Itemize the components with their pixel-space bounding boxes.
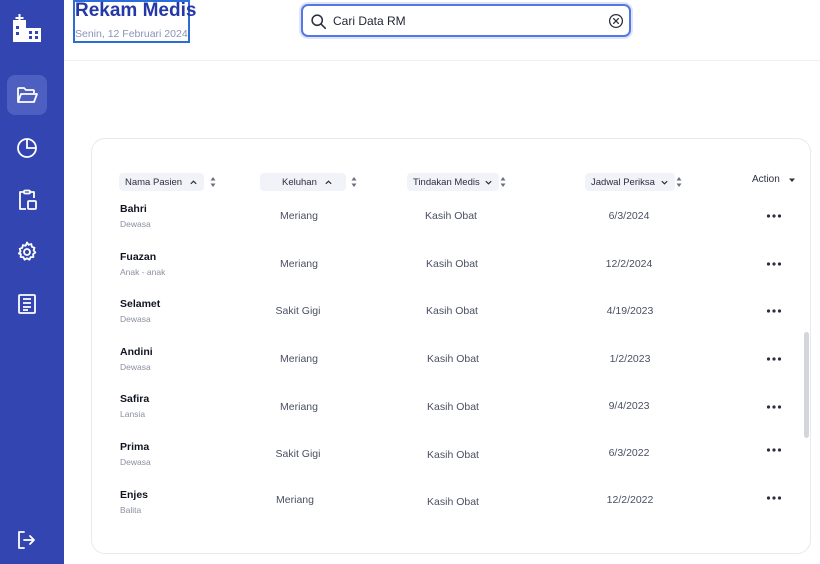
more-actions-icon[interactable]: [766, 356, 782, 362]
hospital-logo-icon: [13, 14, 41, 42]
pie-chart-icon: [17, 138, 37, 158]
schedule-cell: 9/4/2023: [608, 400, 650, 412]
column-header-label: Tindakan Medis: [413, 176, 480, 188]
gear-icon: [18, 241, 37, 261]
header-divider: [64, 60, 820, 61]
column-header-action[interactable]: Action: [752, 174, 796, 185]
treatment-cell: Kasih Obat: [426, 305, 478, 317]
schedule-cell: 1/2/2023: [609, 353, 651, 365]
column-header-label: Keluhan: [282, 176, 317, 188]
patient-name: Fuazan: [120, 251, 157, 263]
more-actions-icon[interactable]: [766, 213, 782, 219]
treatment-cell: Kasih Obat: [427, 401, 479, 413]
records-table-card: [91, 138, 811, 554]
patient-category: Lansia: [120, 409, 146, 419]
complaint-cell: Meriang: [280, 258, 318, 270]
patient-category: Dewasa: [120, 362, 151, 372]
nav-statistik[interactable]: [7, 128, 47, 168]
complaint-cell: Meriang: [276, 494, 314, 506]
treatment-cell: Kasih Obat: [426, 258, 478, 270]
nav-settings[interactable]: [7, 232, 47, 272]
sort-icon[interactable]: [210, 176, 216, 188]
chevron-down-icon: [485, 180, 492, 185]
patient-name: Selamet: [120, 298, 161, 310]
column-header-label: Action: [752, 174, 780, 185]
column-header-nama-pasien[interactable]: Nama Pasien: [119, 173, 205, 191]
treatment-cell: Kasih Obat: [427, 496, 479, 508]
caret-down-icon: [788, 178, 795, 182]
page-title: Rekam Medis: [75, 0, 197, 21]
document-list-icon: [18, 294, 36, 314]
patient-category: Dewasa: [120, 457, 151, 467]
sort-icon[interactable]: [676, 176, 682, 188]
schedule-cell: 4/19/2023: [606, 305, 654, 317]
nav-rekam-medis[interactable]: [7, 75, 47, 115]
search-bar[interactable]: [301, 4, 631, 37]
more-actions-icon[interactable]: [766, 404, 782, 410]
patient-category: Balita: [120, 505, 142, 515]
chevron-up-icon: [325, 179, 332, 184]
complaint-cell: Meriang: [280, 353, 318, 365]
column-header-tindakan-medis[interactable]: Tindakan Medis: [407, 173, 499, 191]
page-date: Senin, 12 Februari 2024: [75, 28, 188, 40]
chevron-up-icon: [190, 179, 197, 184]
more-actions-icon[interactable]: [766, 308, 782, 314]
sort-icon[interactable]: [351, 176, 357, 188]
column-header-jadwal-periksa[interactable]: Jadwal Periksa: [585, 173, 675, 191]
search-input[interactable]: [333, 11, 598, 31]
column-header-keluhan[interactable]: Keluhan: [260, 173, 346, 191]
sort-icon[interactable]: [500, 176, 506, 188]
schedule-cell: 6/3/2024: [608, 210, 650, 222]
treatment-cell: Kasih Obat: [427, 449, 479, 461]
table-scrollbar[interactable]: [804, 332, 809, 438]
complaint-cell: Meriang: [280, 210, 318, 222]
more-actions-icon[interactable]: [766, 447, 782, 453]
patient-category: Dewasa: [120, 314, 151, 324]
more-actions-icon[interactable]: [766, 495, 782, 501]
logout-icon[interactable]: [14, 528, 38, 552]
treatment-cell: Kasih Obat: [427, 353, 479, 365]
patient-category: Dewasa: [120, 219, 151, 229]
chevron-down-icon: [661, 180, 668, 185]
clipboard-icon: [19, 189, 37, 210]
patient-name: Andini: [120, 346, 153, 358]
treatment-cell: Kasih Obat: [425, 210, 477, 222]
patient-name: Prima: [120, 441, 150, 453]
column-header-label: Jadwal Periksa: [591, 176, 655, 188]
complaint-cell: Sakit Gigi: [275, 448, 321, 460]
column-header-label: Nama Pasien: [125, 176, 183, 188]
schedule-cell: 6/3/2022: [608, 447, 650, 459]
patient-name: Enjes: [120, 489, 149, 501]
nav-clipboard[interactable]: [7, 180, 47, 220]
clear-search-icon[interactable]: [608, 13, 624, 29]
more-actions-icon[interactable]: [766, 261, 782, 267]
sidebar: [0, 0, 64, 564]
patient-name: Safira: [120, 393, 150, 405]
complaint-cell: Meriang: [280, 401, 318, 413]
complaint-cell: Sakit Gigi: [275, 305, 321, 317]
search-icon: [311, 14, 327, 30]
patient-category: Anak - anak: [120, 267, 166, 277]
patient-name: Bahri: [120, 203, 147, 215]
nav-laporan[interactable]: [7, 284, 47, 324]
folder-open-icon: [17, 87, 38, 103]
schedule-cell: 12/2/2022: [606, 494, 654, 506]
schedule-cell: 12/2/2024: [605, 258, 653, 270]
